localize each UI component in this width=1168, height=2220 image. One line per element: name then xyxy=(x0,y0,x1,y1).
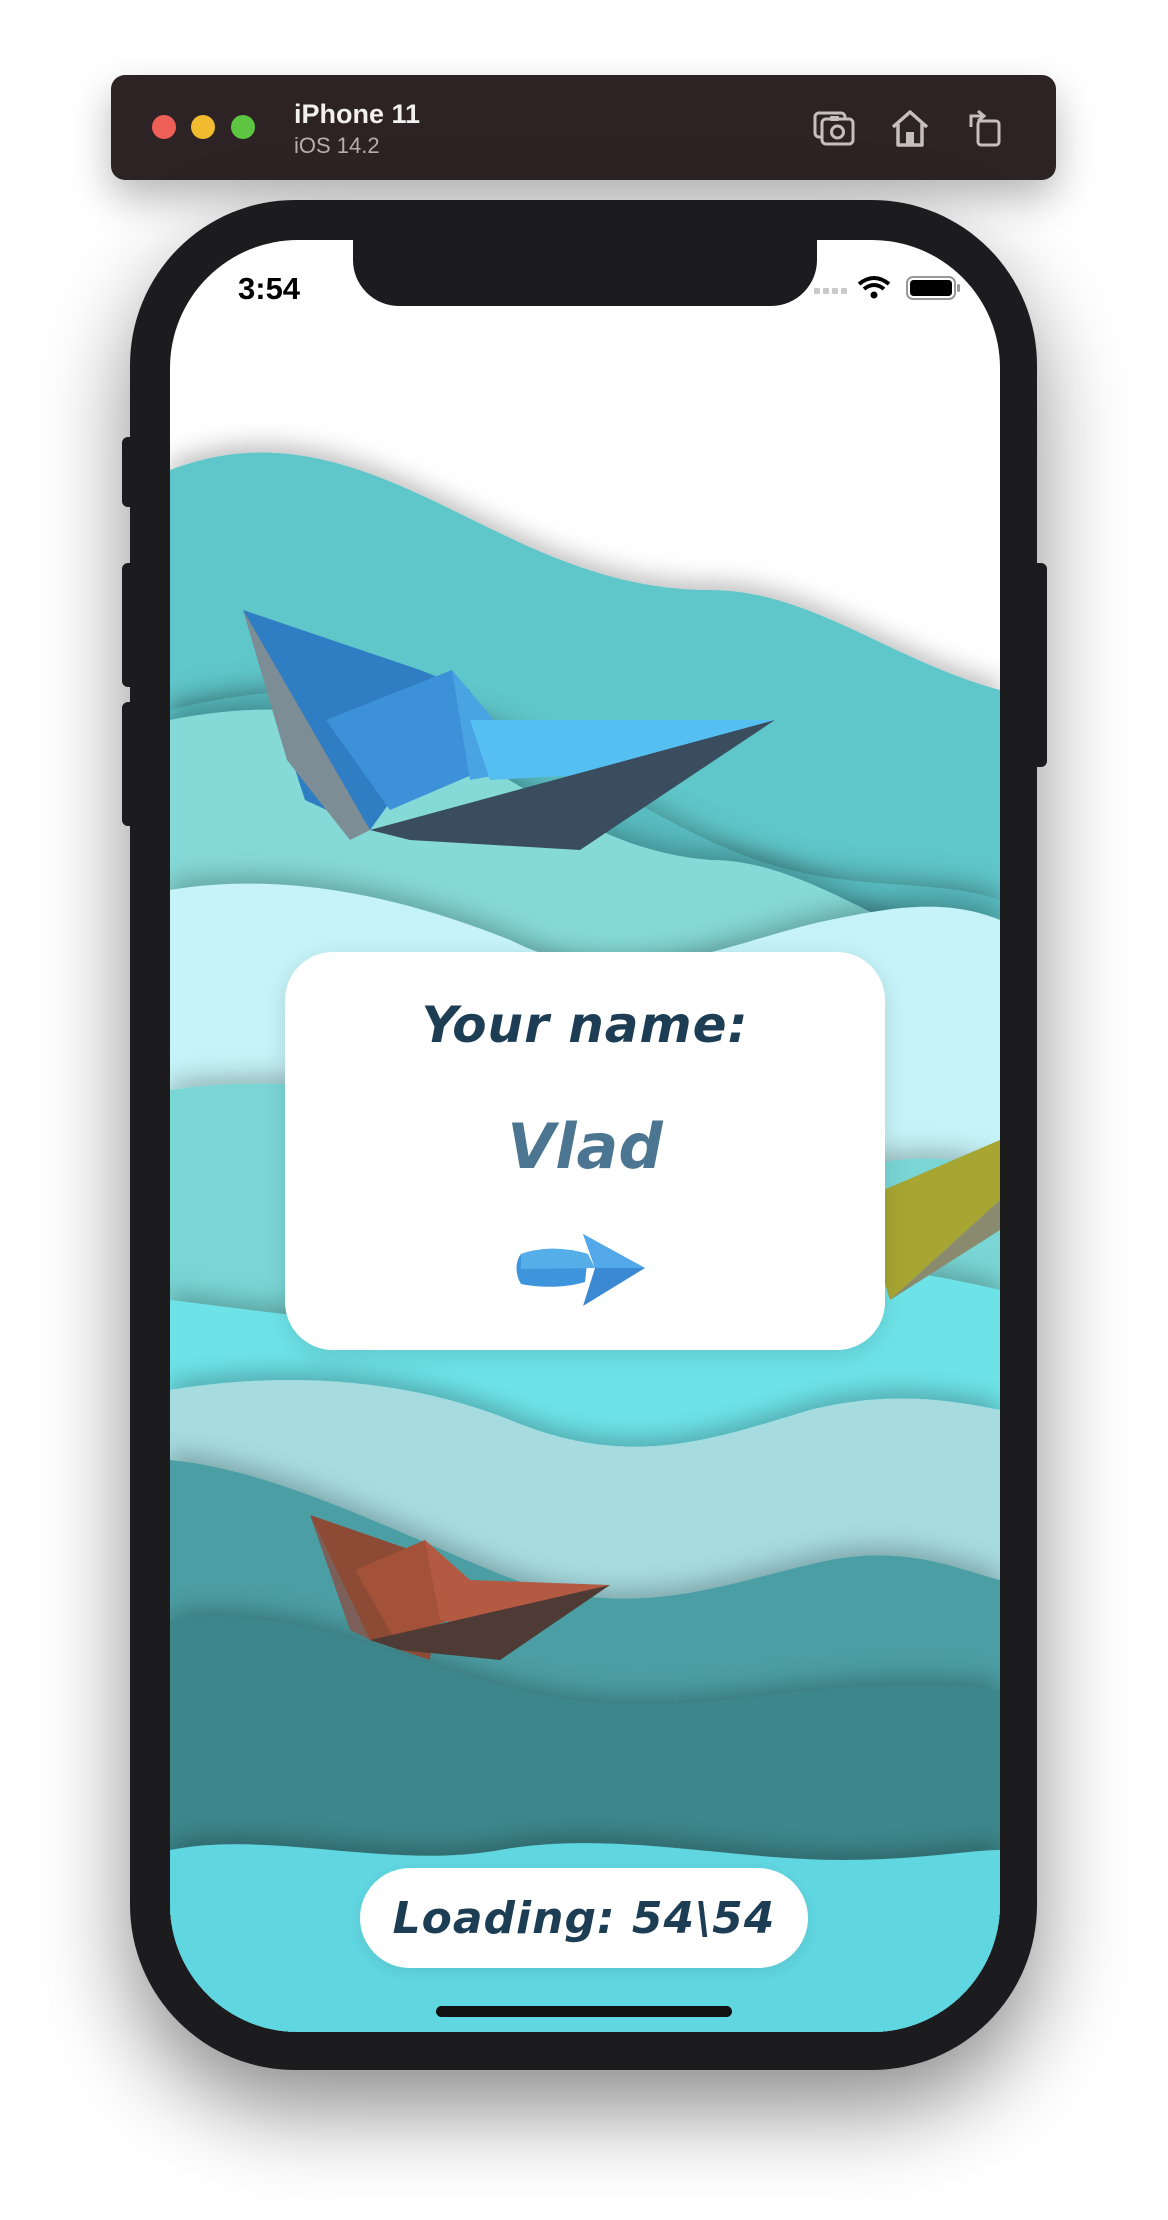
device-name: iPhone 11 xyxy=(294,99,421,129)
home-icon[interactable] xyxy=(887,105,933,151)
rotate-icon[interactable] xyxy=(963,105,1009,151)
loading-text: Loading: 54\54 xyxy=(392,1892,776,1944)
arrow-right-icon xyxy=(516,1234,645,1306)
name-card: Your name: Vlad xyxy=(285,952,885,1350)
app-screen: 3:54 Your name: Vlad Loading: 54\54 xyxy=(170,240,1000,2032)
wifi-icon xyxy=(857,276,891,299)
loading-indicator: Loading: 54\54 xyxy=(360,1868,808,1968)
screenshot-icon[interactable] xyxy=(811,105,857,151)
status-icons xyxy=(814,274,964,304)
battery-icon xyxy=(906,276,960,300)
name-label: Your name: xyxy=(421,996,749,1054)
os-version: iOS 14.2 xyxy=(294,133,380,158)
simulator-toolbar: iPhone 11 iOS 14.2 xyxy=(111,75,1056,180)
minimize-window-button[interactable] xyxy=(191,115,215,139)
notch xyxy=(353,240,817,306)
simulator-window: iPhone 11 iOS 14.2 3:54 Your name: Vlad … xyxy=(0,0,1168,2220)
home-indicator[interactable] xyxy=(436,2006,732,2017)
signal-icon xyxy=(814,288,847,294)
status-time: 3:54 xyxy=(238,271,301,306)
player-name[interactable]: Vlad xyxy=(285,1110,885,1183)
next-button[interactable] xyxy=(513,1224,653,1314)
zoom-window-button[interactable] xyxy=(231,115,255,139)
close-window-button[interactable] xyxy=(152,115,176,139)
